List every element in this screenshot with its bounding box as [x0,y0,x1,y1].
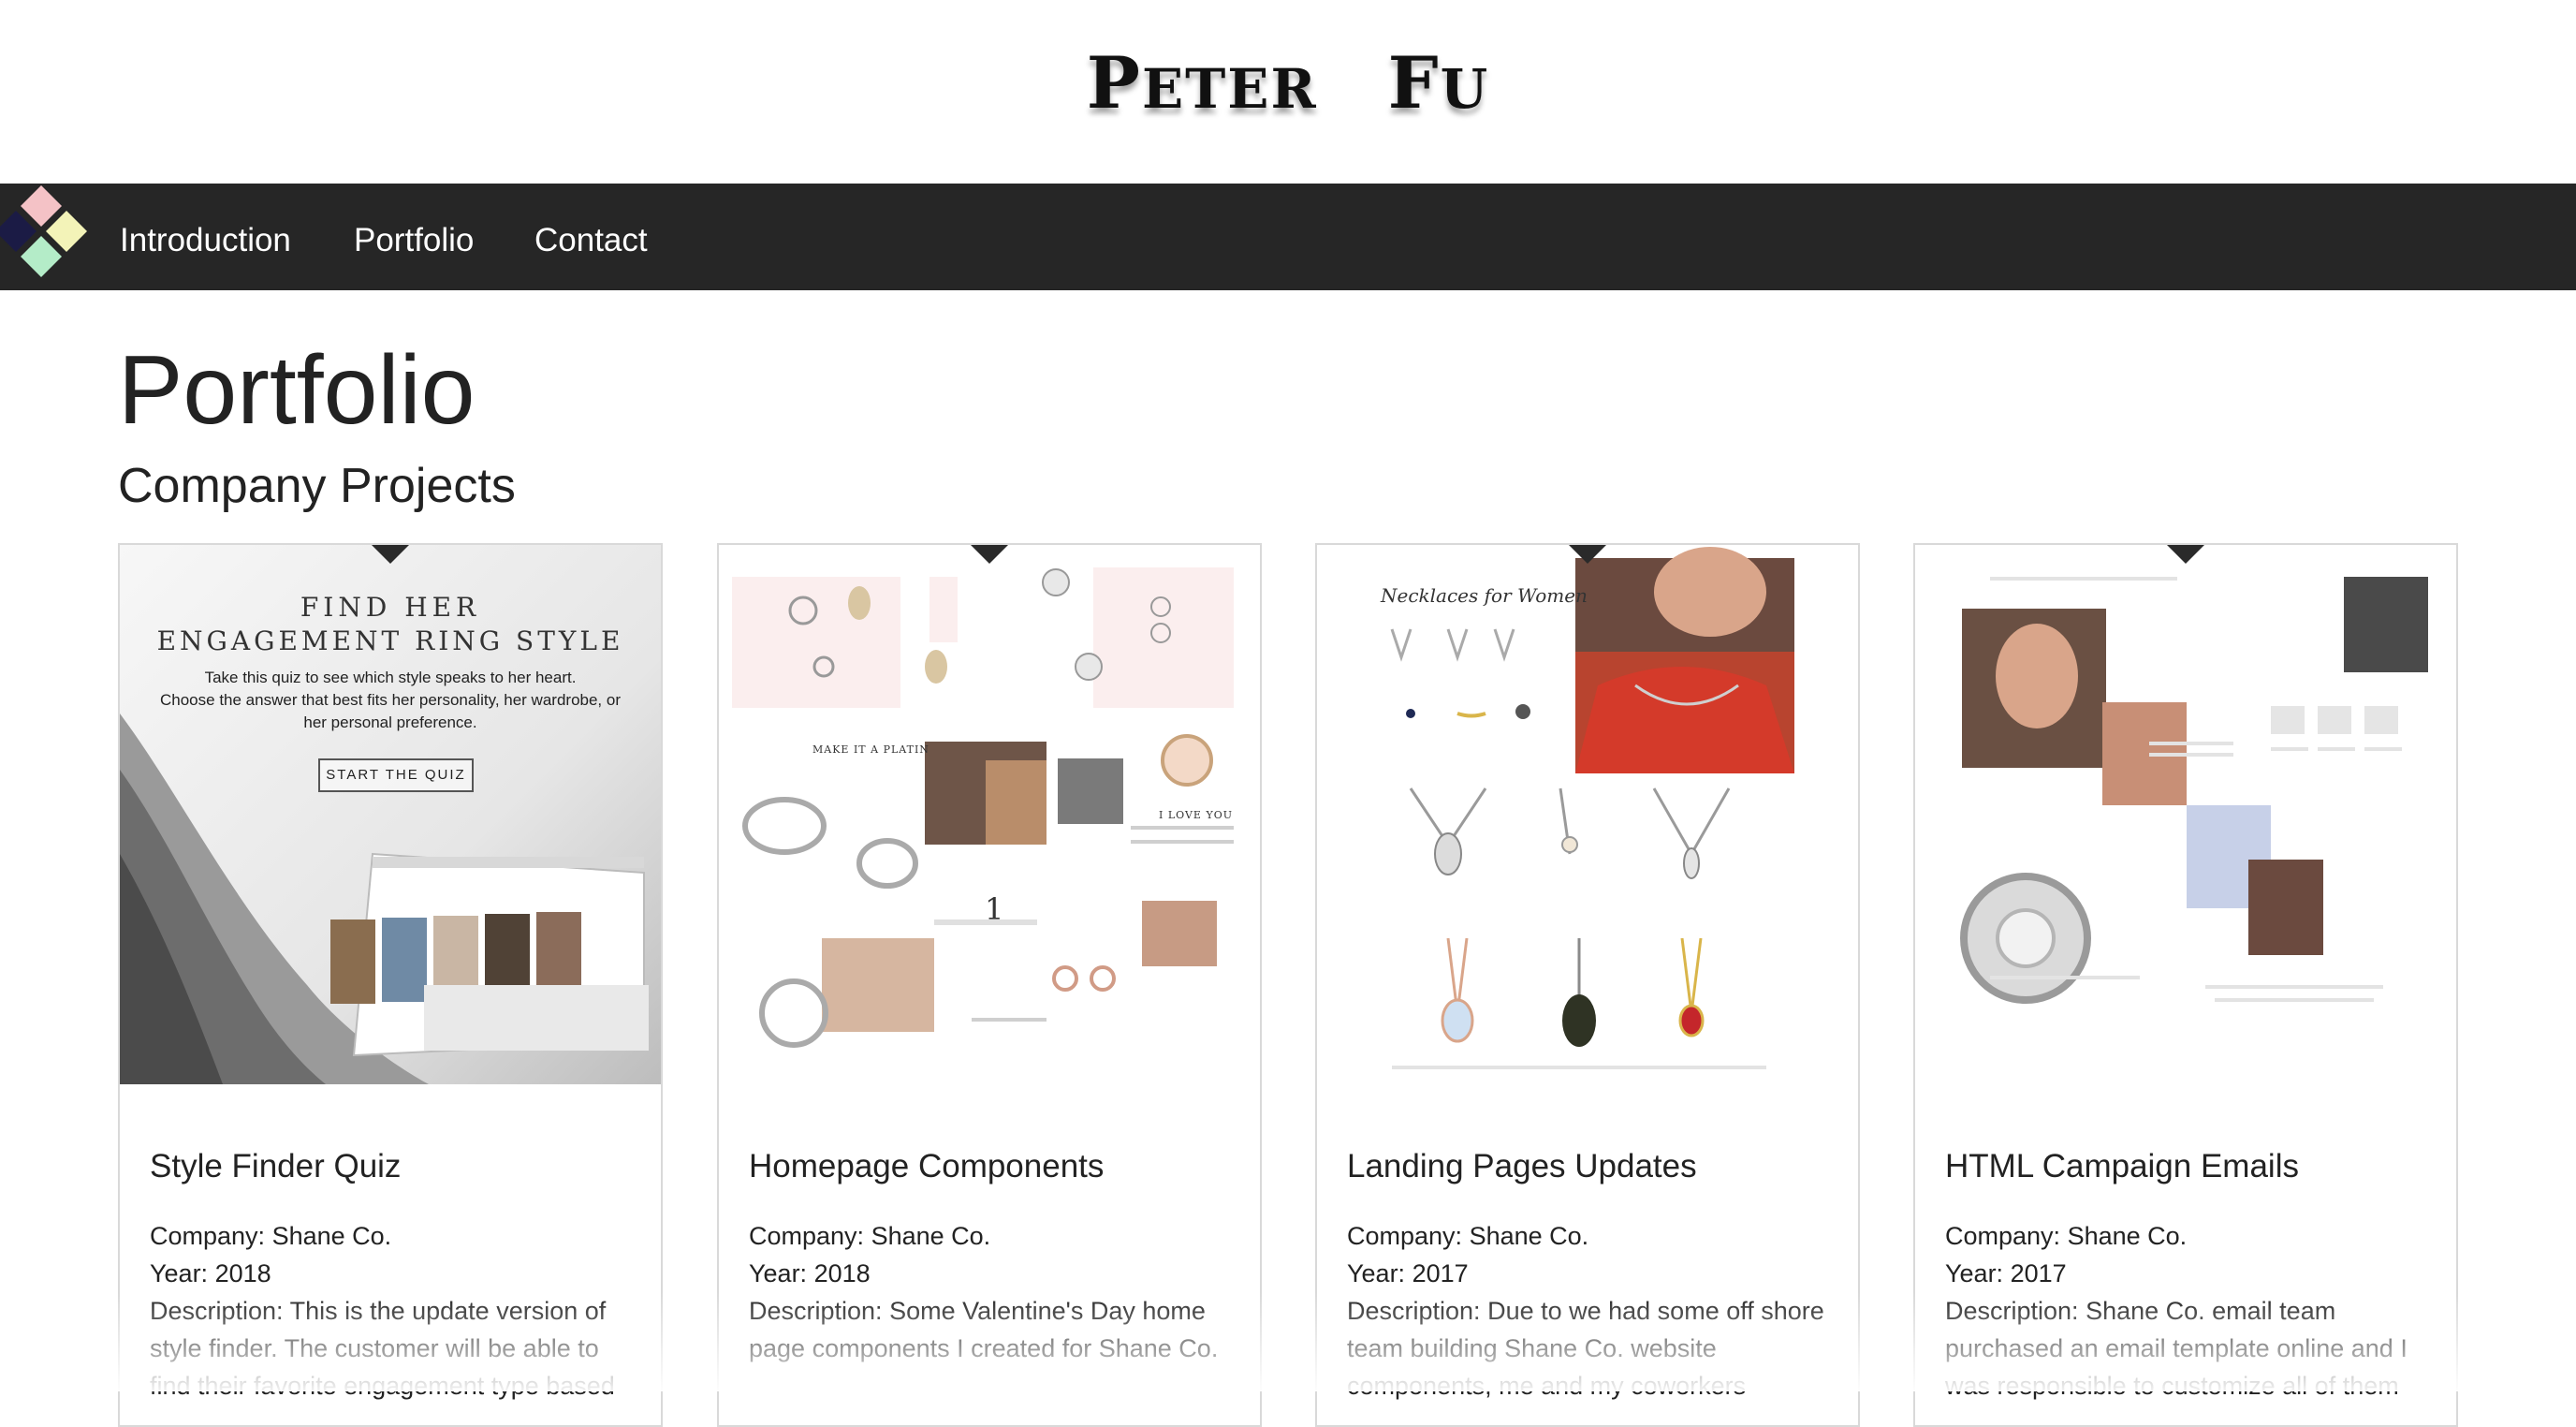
start-quiz-button[interactable]: START THE QUIZ [318,758,474,792]
year-value: 2018 [807,1259,871,1287]
nav-item-portfolio[interactable]: Portfolio [354,184,474,290]
card-title[interactable]: Style Finder Quiz [150,1148,401,1185]
thumb-caption-2: I LOVE YOU [1159,809,1233,821]
year-value: 2017 [2003,1259,2067,1287]
company-value: Shane Co. [265,1222,392,1250]
project-thumbnail[interactable] [1915,545,2456,1084]
logo-initial-last: F [1387,41,1441,125]
main-nav: Introduction Portfolio Contact [0,184,2576,290]
site-logo[interactable]: PETER FU [0,41,2576,125]
description-label: Description: [150,1297,284,1325]
card-pointer-icon [1569,545,1606,564]
description-label: Description: [1347,1297,1481,1325]
description-label: Description: [749,1297,883,1325]
logo-rest-first: ETER [1141,57,1318,121]
project-thumbnail[interactable]: FIND HER ENGAGEMENT RING STYLE Take this… [120,545,661,1084]
company-label: Company: [1347,1222,1463,1250]
diamond-logo-icon[interactable] [0,184,94,290]
project-card[interactable]: Necklaces for Women Landing Pages Update… [1315,543,1860,1427]
card-title[interactable]: Homepage Components [749,1148,1104,1185]
thumb-caption-1: MAKE IT A PLATIN [812,743,929,756]
nav-item-introduction[interactable]: Introduction [120,184,291,290]
project-card[interactable]: FIND HER ENGAGEMENT RING STYLE Take this… [118,543,663,1427]
description-label: Description: [1945,1297,2079,1325]
page-title: Portfolio [118,336,476,445]
thumb-number: 1 [985,891,1004,927]
card-pointer-icon [372,545,409,564]
nav-item-contact[interactable]: Contact [534,184,648,290]
project-card[interactable]: MAKE IT A PLATIN I LOVE YOU 1 Homepage C… [717,543,1262,1427]
project-card[interactable]: HTML Campaign Emails Company: Shane Co. … [1913,543,2458,1427]
project-thumbnail[interactable]: Necklaces for Women [1317,545,1858,1084]
quiz-line-3: her personal preference. [303,714,477,731]
card-pointer-icon [2167,545,2204,564]
year-value: 2017 [1405,1259,1469,1287]
quiz-heading-1: FIND HER [300,592,481,623]
logo-initial-first: P [1086,41,1142,125]
site-header: PETER FU [0,0,2576,184]
card-title[interactable]: HTML Campaign Emails [1945,1148,2299,1185]
logo-rest-last: U [1440,57,1490,121]
year-label: Year: [749,1259,808,1287]
project-thumbnail[interactable]: MAKE IT A PLATIN I LOVE YOU 1 [719,545,1260,1084]
year-label: Year: [150,1259,209,1287]
card-details: Company: Shane Co. Year: 2018 Descriptio… [150,1217,637,1405]
company-label: Company: [1945,1222,2061,1250]
thumb-heading: Necklaces for Women [1381,584,1588,607]
company-value: Shane Co. [864,1222,991,1250]
section-title: Company Projects [118,459,516,513]
card-details: Company: Shane Co. Year: 2018 Descriptio… [749,1217,1236,1367]
quiz-heading-2: ENGAGEMENT RING STYLE [156,625,624,656]
year-value: 2018 [208,1259,271,1287]
card-title[interactable]: Landing Pages Updates [1347,1148,1697,1185]
quiz-line-1: Take this quiz to see which style speaks… [204,669,577,686]
company-value: Shane Co. [1462,1222,1589,1250]
year-label: Year: [1945,1259,2004,1287]
year-label: Year: [1347,1259,1406,1287]
card-pointer-icon [971,545,1008,564]
company-value: Shane Co. [2060,1222,2188,1250]
quiz-line-2: Choose the answer that best fits her per… [160,691,621,709]
card-details: Company: Shane Co. Year: 2017 Descriptio… [1347,1217,1834,1405]
company-label: Company: [150,1222,266,1250]
company-label: Company: [749,1222,865,1250]
card-details: Company: Shane Co. Year: 2017 Descriptio… [1945,1217,2432,1405]
